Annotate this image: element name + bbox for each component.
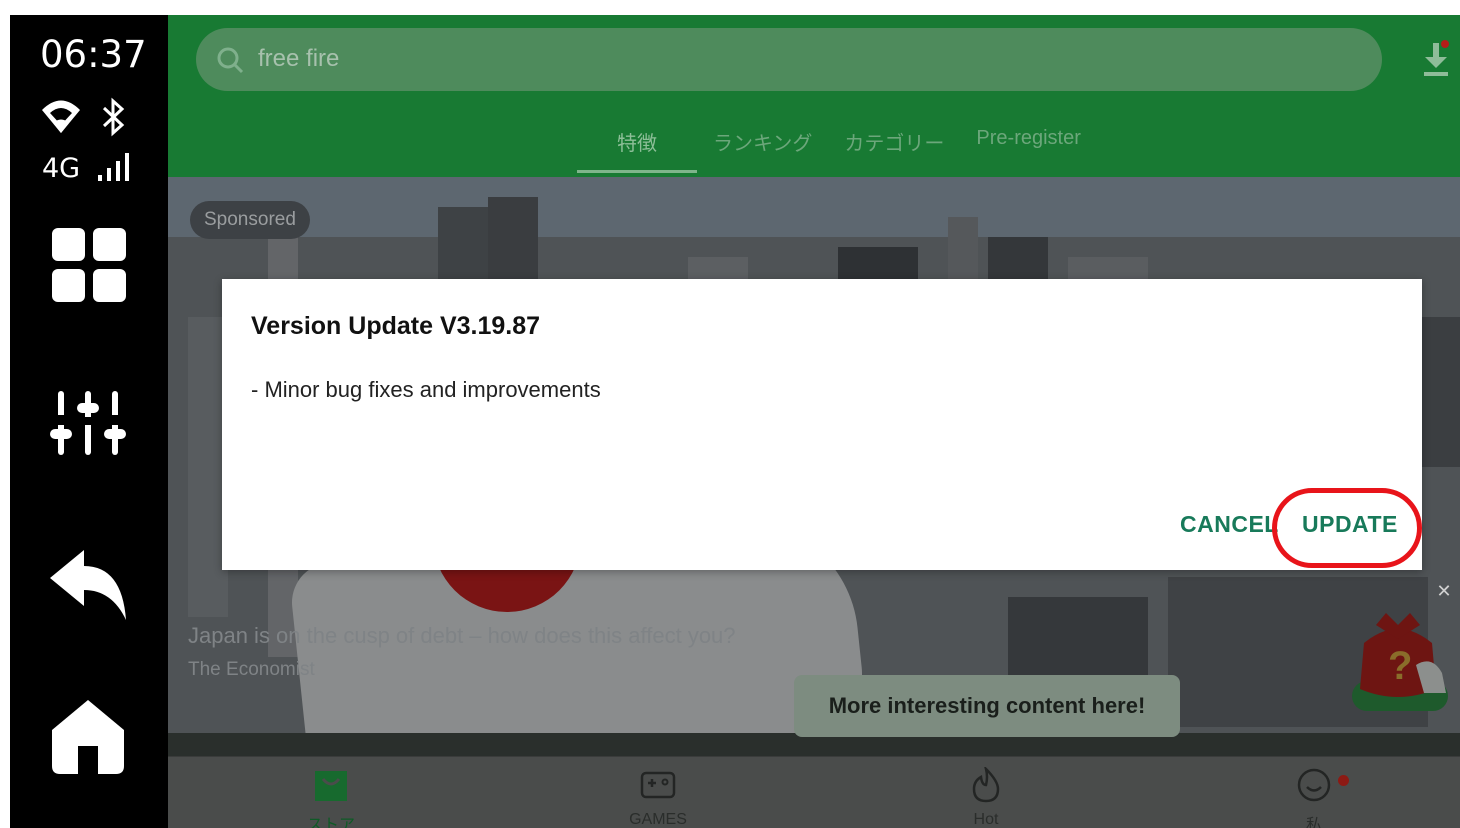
system-nav-rail: 06:37 4G (10, 15, 168, 828)
bottom-navigation: ストア GAMES Hot 私 (168, 756, 1460, 828)
nav-games[interactable]: GAMES (598, 767, 718, 828)
smiley-icon (1297, 768, 1331, 802)
nav-store[interactable]: ストア (271, 767, 391, 828)
flame-icon (972, 767, 1000, 803)
home-icon[interactable] (52, 700, 124, 774)
gift-bag-icon[interactable]: ? (1346, 595, 1450, 715)
svg-text:?: ? (1388, 644, 1412, 688)
promo-tooltip[interactable]: More interesting content here! (794, 675, 1180, 737)
version-update-dialog: Version Update V3.19.87 - Minor bug fixe… (222, 279, 1422, 570)
dialog-title: Version Update V3.19.87 (251, 312, 541, 340)
network-type: 4G (42, 153, 81, 184)
nav-me[interactable]: 私 (1254, 767, 1374, 828)
gamepad-icon (640, 771, 676, 799)
banner-source: The Economist (188, 659, 315, 680)
update-button[interactable]: UPDATE (1302, 511, 1398, 538)
category-tabs: 特徴 ランキング カテゴリー Pre-register (577, 123, 1097, 177)
cancel-button[interactable]: CANCEL (1180, 511, 1279, 538)
nav-me-label: 私 (1305, 817, 1322, 828)
equalizer-icon[interactable] (50, 391, 126, 455)
nav-store-label: ストア (306, 817, 355, 828)
clock: 06:37 (40, 33, 147, 76)
tab-pre-register[interactable]: Pre-register (960, 123, 1096, 173)
nav-hot[interactable]: Hot (926, 767, 1046, 828)
nav-games-label: GAMES (629, 811, 687, 828)
signal-icon (98, 153, 129, 181)
apps-grid-icon[interactable] (52, 228, 126, 302)
wifi-icon (42, 100, 80, 133)
sponsored-badge: Sponsored (190, 201, 310, 239)
promo-close-icon[interactable]: ✕ (1433, 580, 1455, 602)
banner-headline: Japan is on the cusp of debt – how does … (188, 623, 736, 648)
notification-badge (1338, 775, 1349, 786)
search-bar[interactable]: free fire (196, 28, 1382, 91)
tab-category[interactable]: カテゴリー (828, 123, 960, 173)
search-input[interactable]: free fire (258, 45, 339, 73)
nav-hot-label: Hot (973, 811, 999, 828)
tab-features[interactable]: 特徴 (577, 123, 697, 173)
bluetooth-icon (102, 97, 125, 137)
back-icon[interactable] (50, 548, 126, 620)
tab-ranking[interactable]: ランキング (697, 123, 828, 173)
download-icon[interactable] (1422, 39, 1450, 79)
store-icon (315, 771, 347, 801)
search-icon (217, 47, 244, 74)
dialog-body: - Minor bug fixes and improvements (251, 377, 601, 402)
app-bar: free fire 特徴 ランキング カテゴリー Pre-register (168, 15, 1460, 177)
